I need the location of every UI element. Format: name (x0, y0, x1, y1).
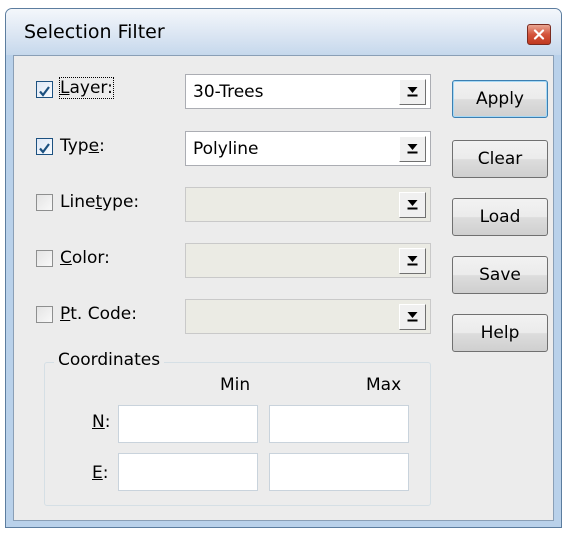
type-combo[interactable]: Polyline (185, 131, 431, 166)
clear-button[interactable]: Clear (452, 140, 548, 178)
dropdown-arrow-icon (406, 195, 419, 215)
dropdown-arrow-icon (406, 251, 419, 271)
close-icon (533, 29, 545, 40)
type-checkbox[interactable] (36, 138, 53, 155)
selection-filter-window: Selection Filter Layer: 30-Trees Type: P… (5, 8, 562, 528)
color-label: Color: (60, 248, 110, 268)
layer-label: Layer: (59, 77, 114, 99)
layer-value: 30-Trees (193, 82, 264, 102)
type-value: Polyline (193, 139, 259, 159)
e-label: E: (92, 463, 109, 483)
type-dropdown-button[interactable] (399, 136, 426, 162)
dropdown-arrow-icon (406, 82, 419, 102)
linetype-combo[interactable] (185, 187, 431, 222)
pt-code-dropdown-button[interactable] (399, 304, 426, 330)
n-max-field[interactable] (269, 405, 409, 443)
linetype-dropdown-button[interactable] (399, 192, 426, 218)
save-button[interactable]: Save (452, 256, 548, 294)
check-icon (38, 83, 51, 103)
window-title: Selection Filter (24, 21, 165, 43)
layer-checkbox[interactable] (36, 81, 53, 98)
e-min-field[interactable] (118, 453, 258, 491)
linetype-checkbox[interactable] (36, 194, 53, 211)
title-bar[interactable]: Selection Filter (6, 9, 561, 55)
color-dropdown-button[interactable] (399, 248, 426, 274)
pt-code-combo[interactable] (185, 299, 431, 334)
linetype-label: Linetype: (60, 192, 140, 212)
pt-code-checkbox[interactable] (36, 306, 53, 323)
coordinates-group-title: Coordinates (54, 350, 165, 370)
color-combo[interactable] (185, 243, 431, 278)
close-button[interactable] (527, 24, 551, 45)
n-min-field[interactable] (118, 405, 258, 443)
dialog-body: Layer: 30-Trees Type: Polyline Linetype: (13, 55, 554, 521)
help-button[interactable]: Help (452, 314, 548, 352)
dropdown-arrow-icon (406, 307, 419, 327)
layer-dropdown-button[interactable] (399, 79, 426, 105)
pt-code-label: Pt. Code: (60, 304, 137, 324)
color-checkbox[interactable] (36, 250, 53, 267)
check-icon (38, 140, 51, 160)
layer-combo[interactable]: 30-Trees (185, 74, 431, 109)
apply-button[interactable]: Apply (452, 80, 548, 118)
n-label: N: (92, 412, 111, 432)
min-column-label: Min (220, 375, 251, 395)
dropdown-arrow-icon (406, 139, 419, 159)
load-button[interactable]: Load (452, 198, 548, 236)
type-label: Type: (60, 136, 105, 156)
max-column-label: Max (366, 375, 402, 395)
e-max-field[interactable] (269, 453, 409, 491)
